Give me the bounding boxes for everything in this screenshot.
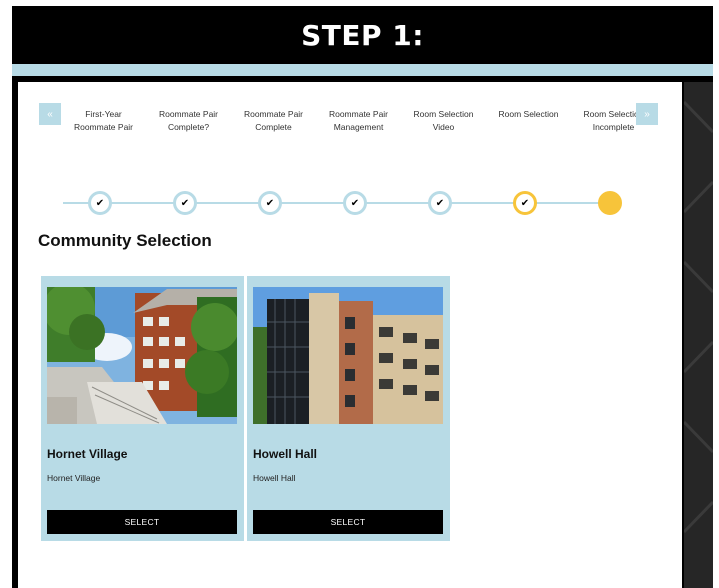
progress-step-4: ✔ <box>343 191 367 215</box>
howell-hall-photo <box>253 287 443 424</box>
tab-label-line1: Roommate Pair <box>158 109 219 119</box>
tab-roommate-pair-management[interactable]: Roommate Pair Management <box>316 108 401 138</box>
tab-label-line1: Room Selection <box>413 109 474 119</box>
tab-room-selection-incomplete[interactable]: Room Selection Incomplete <box>571 108 636 138</box>
accent-strip <box>12 64 713 76</box>
tab-room-selection-video[interactable]: Room Selection Video <box>401 108 486 138</box>
tab-label-line2: Video <box>432 122 455 132</box>
tab-label-line2: Complete <box>255 122 292 132</box>
checkmark-icon: ✔ <box>435 197 445 209</box>
step-title: STEP 1: <box>301 18 424 52</box>
main-content: « First-Year Roommate Pair Roommate Pair… <box>18 82 682 588</box>
tab-label-line1: Roommate Pair <box>243 109 304 119</box>
card-title: Hornet Village <box>47 447 128 461</box>
tab-room-selection[interactable]: Room Selection <box>486 108 571 138</box>
section-title: Community Selection <box>38 231 212 250</box>
checkmark-icon: ✔ <box>180 197 190 209</box>
progress-tracker: ✔ ✔ ✔ ✔ ✔ ✔ <box>18 186 682 220</box>
tab-label-line1: Room Selection <box>583 109 636 119</box>
card-subtitle: Howell Hall <box>253 473 296 483</box>
tab-roommate-pair-complete-question[interactable]: Roommate Pair Complete? <box>146 108 231 138</box>
community-card-hornet-village: Hornet Village Hornet Village SELECT <box>41 276 244 541</box>
progress-step-5: ✔ <box>428 191 452 215</box>
tab-label-line2: Complete? <box>167 122 210 132</box>
decorative-side-strip <box>684 82 713 588</box>
progress-step-1: ✔ <box>88 191 112 215</box>
card-title: Howell Hall <box>253 447 318 461</box>
progress-step-7 <box>598 191 622 215</box>
card-subtitle: Hornet Village <box>47 473 101 483</box>
tab-label-line2: Incomplete <box>592 122 635 132</box>
chevron-left-icon: « <box>47 108 53 120</box>
progress-step-3: ✔ <box>258 191 282 215</box>
tab-label-line1: Room Selection <box>498 109 559 119</box>
hornet-village-photo <box>47 287 237 424</box>
tab-label-line1: First-Year <box>85 109 122 119</box>
checkmark-icon: ✔ <box>265 197 275 209</box>
step-tabs: First-Year Roommate Pair Roommate Pair C… <box>61 108 636 138</box>
tab-roommate-pair-complete[interactable]: Roommate Pair Complete <box>231 108 316 138</box>
chevron-right-icon: » <box>644 108 650 120</box>
select-howell-hall-button[interactable]: SELECT <box>253 510 443 534</box>
tabs-prev-button[interactable]: « <box>39 103 61 125</box>
checkmark-icon: ✔ <box>350 197 360 209</box>
tab-label-line2: Roommate Pair <box>73 122 134 132</box>
tab-label-line2: Management <box>333 122 384 132</box>
tab-first-year-roommate-pair[interactable]: First-Year Roommate Pair <box>61 108 146 138</box>
progress-step-2: ✔ <box>173 191 197 215</box>
checkmark-icon: ✔ <box>520 197 530 209</box>
step-header: STEP 1: <box>12 6 713 64</box>
tab-label-line1: Roommate Pair <box>328 109 389 119</box>
community-card-howell-hall: Howell Hall Howell Hall SELECT <box>247 276 450 541</box>
progress-step-6-current: ✔ <box>513 191 537 215</box>
checkmark-icon: ✔ <box>95 197 105 209</box>
select-hornet-village-button[interactable]: SELECT <box>47 510 237 534</box>
tabs-next-button[interactable]: » <box>636 103 658 125</box>
